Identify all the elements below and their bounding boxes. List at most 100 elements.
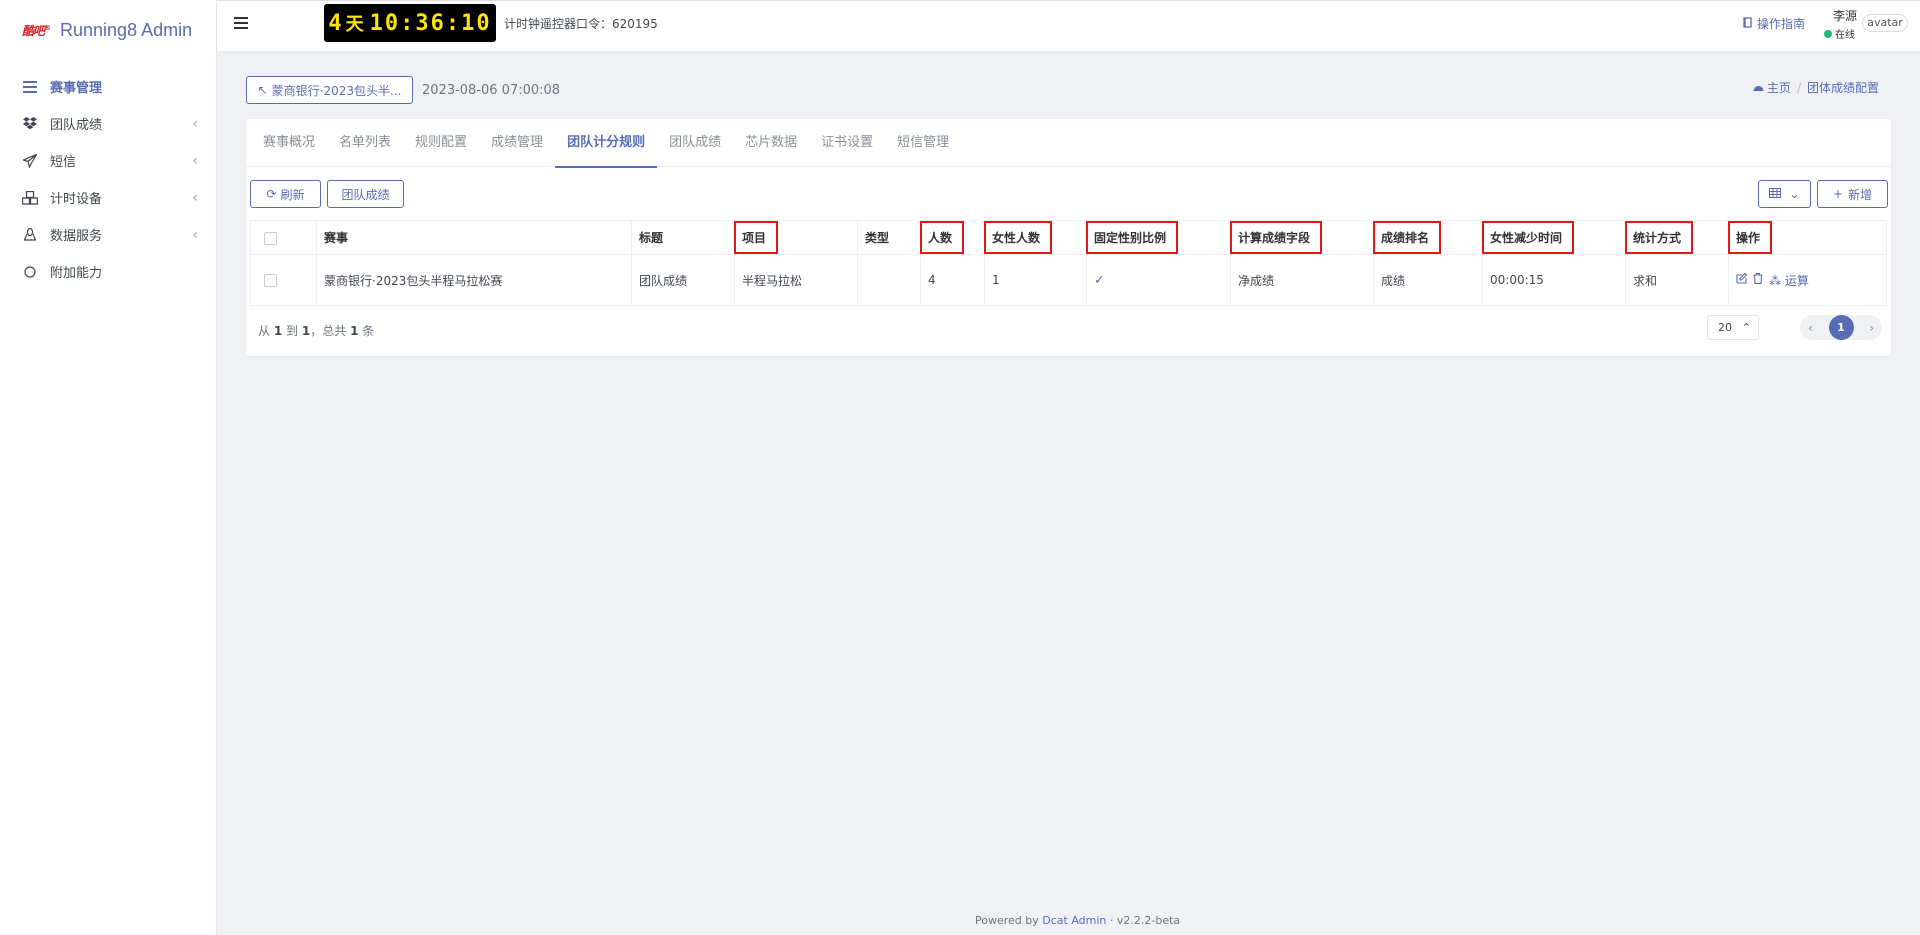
brand[interactable]: 酷吧® Running8 Admin [0, 0, 216, 60]
hamburger-menu-icon[interactable] [234, 17, 248, 29]
cell-female-reduction: 00:00:15 [1482, 254, 1626, 306]
tab-event-overview[interactable]: 赛事概况 [251, 119, 327, 167]
col-stat-method[interactable]: 统计方式 [1625, 220, 1729, 255]
tab-team-scoring-rules[interactable]: 团队计分规则 [555, 119, 658, 168]
book-icon [1743, 16, 1753, 31]
cell-female-count: 1 [984, 254, 1087, 306]
breadcrumb-current: 团体成绩配置 [1806, 81, 1879, 95]
col-title[interactable]: 标题 [631, 220, 735, 255]
col-calc-field-label: 计算成绩字段 [1230, 221, 1323, 254]
page-number[interactable]: 1 [1828, 315, 1854, 340]
footer-link[interactable]: Dcat Admin [1042, 914, 1106, 927]
tab-rule-config[interactable]: 规则配置 [403, 119, 479, 167]
footer-version: v2.2.2-beta [1116, 914, 1181, 927]
col-female-reduction-label: 女性减少时间 [1482, 221, 1575, 254]
list-icon [22, 79, 38, 95]
col-female-reduction[interactable]: 女性减少时间 [1482, 220, 1626, 255]
cell-fixed-ratio: ✓ [1086, 254, 1231, 306]
chevron-left-icon: ‹ [192, 152, 198, 169]
sidebar-item-label: 赛事管理 [50, 81, 103, 96]
per-page-select[interactable]: 20 ⌃ [1707, 315, 1759, 340]
cell-event: 蒙商银行·2023包头半程马拉松赛 [316, 254, 632, 306]
circle-icon [22, 264, 38, 280]
back-button-label: 蒙商银行·2023包头半... [271, 83, 402, 98]
sidebar-item-team-results[interactable]: 团队成绩 ‹ [0, 105, 216, 142]
col-stat-method-label: 统计方式 [1625, 221, 1694, 254]
paper-plane-icon [22, 153, 38, 169]
guide-link[interactable]: 操作指南 [1743, 15, 1805, 32]
brand-name: Running8 Admin [60, 19, 193, 40]
linux-icon [22, 227, 38, 243]
col-event[interactable]: 赛事 [316, 220, 632, 255]
col-actions: 操作 [1728, 220, 1887, 255]
avatar[interactable]: avatar [1862, 14, 1908, 32]
clock-days: 4 [328, 10, 344, 36]
col-project[interactable]: 项目 [734, 220, 858, 255]
refresh-button[interactable]: ⟳ 刷新 [250, 180, 321, 208]
calculate-action[interactable]: ⁂ 运算 [1769, 272, 1809, 289]
tab-results-management[interactable]: 成绩管理 [479, 119, 555, 167]
check-icon: ✓ [1094, 272, 1105, 288]
trash-icon[interactable] [1753, 272, 1763, 287]
select-all-checkbox[interactable] [264, 231, 277, 245]
table-header-row: 赛事 标题 项目 类型 人数 女性人数 固定性别比例 计算成绩字段 成绩排名 女… [250, 220, 1887, 255]
sidebar-item-event-management[interactable]: 赛事管理 [0, 68, 216, 105]
summary-unit: 条 [362, 324, 375, 338]
cell-ranking: 成绩 [1373, 254, 1483, 306]
column-selector-button[interactable]: ⌄ [1758, 180, 1811, 208]
row-select-cell [250, 254, 317, 306]
sidebar-item-timing-devices[interactable]: 计时设备 ‹ [0, 179, 216, 216]
sidebar-item-extra-capabilities[interactable]: 附加能力 [0, 253, 216, 290]
countdown-clock: 4 天 10:36:10 [324, 4, 496, 42]
tab-roster[interactable]: 名单列表 [327, 119, 403, 167]
guide-label: 操作指南 [1756, 17, 1805, 31]
prev-page-icon[interactable]: ‹ [1808, 321, 1813, 335]
clock-unit: 天 [345, 14, 366, 35]
col-fixed-ratio[interactable]: 固定性别比例 [1086, 220, 1231, 255]
summary-from: 从 [258, 324, 271, 338]
sidebar-item-data-services[interactable]: 数据服务 ‹ [0, 216, 216, 253]
col-ranking-label: 成绩排名 [1373, 221, 1442, 254]
user-name[interactable]: 李源 [1833, 7, 1857, 24]
tab-team-results[interactable]: 团队成绩 [657, 119, 733, 167]
sidebar-item-label: 数据服务 [50, 229, 103, 244]
online-dot-icon [1824, 29, 1832, 38]
table-row: 蒙商银行·2023包头半程马拉松赛 团队成绩 半程马拉松 4 1 ✓ 净成绩 成… [250, 254, 1887, 306]
back-to-event-button[interactable]: ↖ 蒙商银行·2023包头半... [246, 76, 413, 104]
next-page-icon[interactable]: › [1869, 321, 1874, 335]
tab-sms-management[interactable]: 短信管理 [885, 119, 961, 167]
add-button[interactable]: + 新增 [1817, 180, 1888, 208]
user-status: 在线 [1824, 26, 1855, 41]
col-ranking[interactable]: 成绩排名 [1373, 220, 1483, 255]
tab-chip-data[interactable]: 芯片数据 [733, 119, 809, 167]
breadcrumb-home[interactable]: 主页 [1767, 79, 1791, 96]
col-calc-field[interactable]: 计算成绩字段 [1230, 220, 1374, 255]
footer: Powered by Dcat Admin · v2.2.2-beta [975, 914, 1180, 927]
chevron-left-icon: ‹ [192, 115, 198, 132]
remote-command-label: 计时钟遥控器口令：620195 [504, 17, 658, 31]
dropbox-icon [22, 116, 38, 132]
summary-start: 1 [273, 324, 283, 338]
col-project-label: 项目 [734, 221, 779, 254]
tab-certificate-settings[interactable]: 证书设置 [809, 119, 885, 167]
plus-icon: + [1832, 187, 1844, 201]
sidebar-item-sms[interactable]: 短信 ‹ [0, 142, 216, 179]
content-card: 赛事概况 名单列表 规则配置 成绩管理 团队计分规则 团队成绩 芯片数据 证书设… [246, 119, 1891, 356]
cubes-icon [22, 190, 38, 206]
cell-type [857, 254, 921, 306]
cell-actions: ⁂ 运算 [1728, 254, 1887, 306]
cell-stat-method: 求和 [1625, 254, 1729, 306]
row-checkbox[interactable] [264, 274, 277, 287]
table-icon [1769, 187, 1782, 201]
col-count[interactable]: 人数 [920, 220, 985, 255]
pagination-summary: 从 1 到 1，总共 1 条 [258, 322, 374, 339]
user-status-label: 在线 [1835, 30, 1855, 41]
team-results-button[interactable]: 团队成绩 [327, 180, 404, 208]
clock-time: 10:36:10 [369, 10, 492, 36]
col-female-count[interactable]: 女性人数 [984, 220, 1087, 255]
sidebar: 酷吧® Running8 Admin 赛事管理 团队成绩 ‹ 短信 ‹ 计时设备… [0, 0, 217, 935]
col-type[interactable]: 类型 [857, 220, 921, 255]
edit-icon[interactable] [1736, 272, 1748, 287]
per-page-value: 20 [1718, 321, 1732, 334]
summary-total: 1 [350, 324, 359, 338]
